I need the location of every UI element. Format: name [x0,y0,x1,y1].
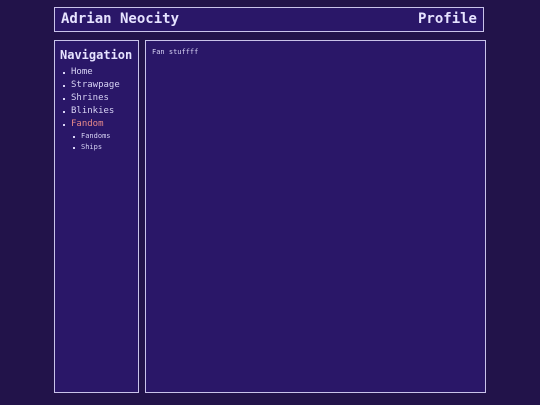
sub-nav-list: Fandoms Ships [55,131,120,153]
page: Adrian Neocity Profile Navigation Home S… [0,0,540,405]
nav-title: Navigation [60,48,133,62]
nav-list: Home Strawpage Shrines Blinkies Fandom F… [55,66,120,153]
page-name: Profile [417,11,477,27]
main-content: Fan stuffff [145,40,486,393]
main-text: Fan stuffff [152,48,199,56]
nav-link-strawpage[interactable]: Strawpage [55,79,120,92]
sidebar-nav: Navigation Home Strawpage Shrines Blinki… [54,40,139,393]
sub-nav-link-fandoms[interactable]: Fandoms [55,131,120,142]
site-title[interactable]: Adrian Neocity [61,11,179,27]
nav-link-home[interactable]: Home [55,66,120,79]
header-bar: Adrian Neocity Profile [54,7,484,32]
nav-link-blinkies[interactable]: Blinkies [55,105,120,118]
fandom-sub-nav: Fandoms Ships [55,131,120,153]
nav-link-shrines[interactable]: Shrines [55,92,120,105]
nav-link-fandom[interactable]: Fandom [55,118,120,131]
sub-nav-link-ships[interactable]: Ships [55,142,120,153]
